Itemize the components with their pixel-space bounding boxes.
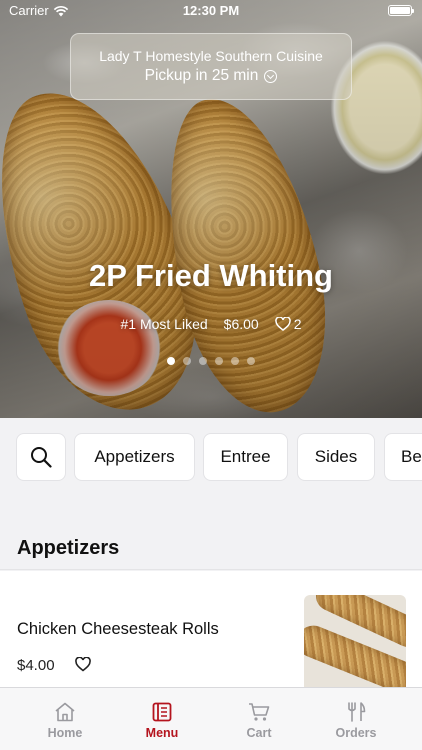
featured-likes[interactable]: 2 (274, 316, 302, 332)
carousel-page-indicator[interactable] (0, 357, 422, 365)
search-button[interactable] (16, 433, 66, 481)
status-time: 12:30 PM (182, 3, 240, 18)
featured-dish-title: 2P Fried Whiting (89, 258, 333, 293)
tab-orders[interactable]: Orders (326, 698, 386, 740)
pickup-time-label: Pickup in 25 min (144, 67, 259, 84)
menu-item-card[interactable]: Chicken Cheesesteak Rolls $4.00 (0, 571, 422, 701)
tab-home[interactable]: Home (35, 698, 95, 740)
hero-banner[interactable]: Carrier 12:30 PM Lady T Homestyle Southe… (0, 0, 422, 418)
featured-rank: #1 Most Liked (120, 316, 208, 332)
pickup-time-selector[interactable]: Pickup in 25 min (71, 67, 351, 85)
tab-bar[interactable]: Home Menu Cart Orders (0, 687, 422, 750)
status-bar: Carrier 12:30 PM (0, 0, 422, 22)
heart-icon (274, 317, 291, 331)
tab-cart[interactable]: Cart (229, 698, 289, 740)
menu-item-price: $4.00 (17, 657, 55, 674)
carousel-dot[interactable] (167, 357, 175, 365)
featured-price: $6.00 (223, 316, 259, 332)
chevron-down-circle-icon (264, 69, 278, 83)
carousel-dot[interactable] (247, 357, 255, 365)
search-icon (31, 447, 52, 468)
featured-dish-meta: #1 Most Liked $6.00 2 (0, 316, 422, 332)
category-sides[interactable]: Sides (297, 433, 375, 481)
carousel-dot[interactable] (199, 357, 207, 365)
orders-icon (348, 702, 366, 722)
store-pickup-card[interactable]: Lady T Homestyle Southern Cuisine Pickup… (70, 33, 352, 100)
section-header: Appetizers (0, 525, 422, 570)
menu-item-name: Chicken Cheesesteak Rolls (17, 620, 219, 638)
likes-count: 2 (293, 316, 302, 332)
heart-icon[interactable] (75, 657, 91, 672)
store-name: Lady T Homestyle Southern Cuisine (99, 48, 323, 64)
category-entree[interactable]: Entree (203, 433, 288, 481)
menu-item-photo (304, 595, 406, 701)
carousel-dot[interactable] (183, 357, 191, 365)
cart-icon (249, 703, 270, 721)
home-icon (55, 702, 75, 722)
carousel-dot[interactable] (231, 357, 239, 365)
tab-orders-label: Orders (335, 726, 377, 740)
tab-menu-label: Menu (145, 726, 179, 740)
category-bar[interactable]: Appetizers Entree Sides Be (0, 418, 422, 498)
carousel-dot[interactable] (215, 357, 223, 365)
tab-menu[interactable]: Menu (132, 698, 192, 740)
tab-cart-label: Cart (246, 726, 272, 740)
menu-icon (152, 702, 172, 722)
category-appetizers[interactable]: Appetizers (74, 433, 195, 481)
battery-icon (388, 5, 414, 16)
category-beverages[interactable]: Be (384, 433, 422, 481)
section-title: Appetizers (17, 537, 120, 559)
tab-home-label: Home (47, 726, 83, 740)
